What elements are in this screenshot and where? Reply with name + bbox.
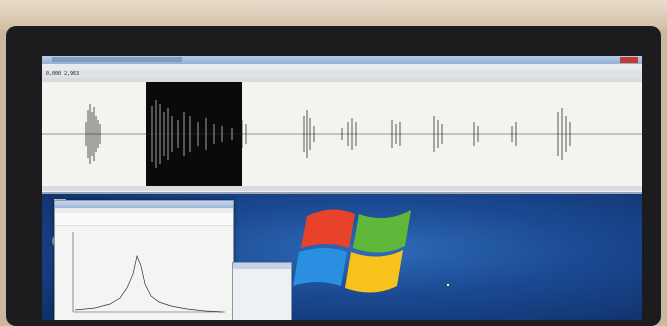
screen: 0,000 2,963 — [42, 56, 642, 320]
time-readout: 0,000 2,963 — [46, 71, 80, 77]
waveform-canvas[interactable] — [42, 82, 642, 186]
toolbar: 0,000 2,963 — [42, 70, 642, 78]
windows-logo-icon — [293, 209, 411, 293]
title-text-blur — [52, 57, 182, 62]
histogram-title-bar — [55, 201, 233, 208]
mouse-cursor — [447, 284, 449, 286]
waveform-window: 0,000 2,963 — [42, 56, 642, 194]
bottom-ruler — [42, 186, 642, 191]
histogram-curve — [74, 254, 224, 313]
histogram-window — [54, 200, 234, 320]
secondary-title-bar — [233, 263, 291, 269]
secondary-window — [232, 262, 292, 320]
histogram-header — [55, 213, 233, 226]
histogram-plot — [72, 232, 225, 313]
close-button[interactable] — [620, 57, 638, 63]
title-bar — [42, 56, 642, 64]
